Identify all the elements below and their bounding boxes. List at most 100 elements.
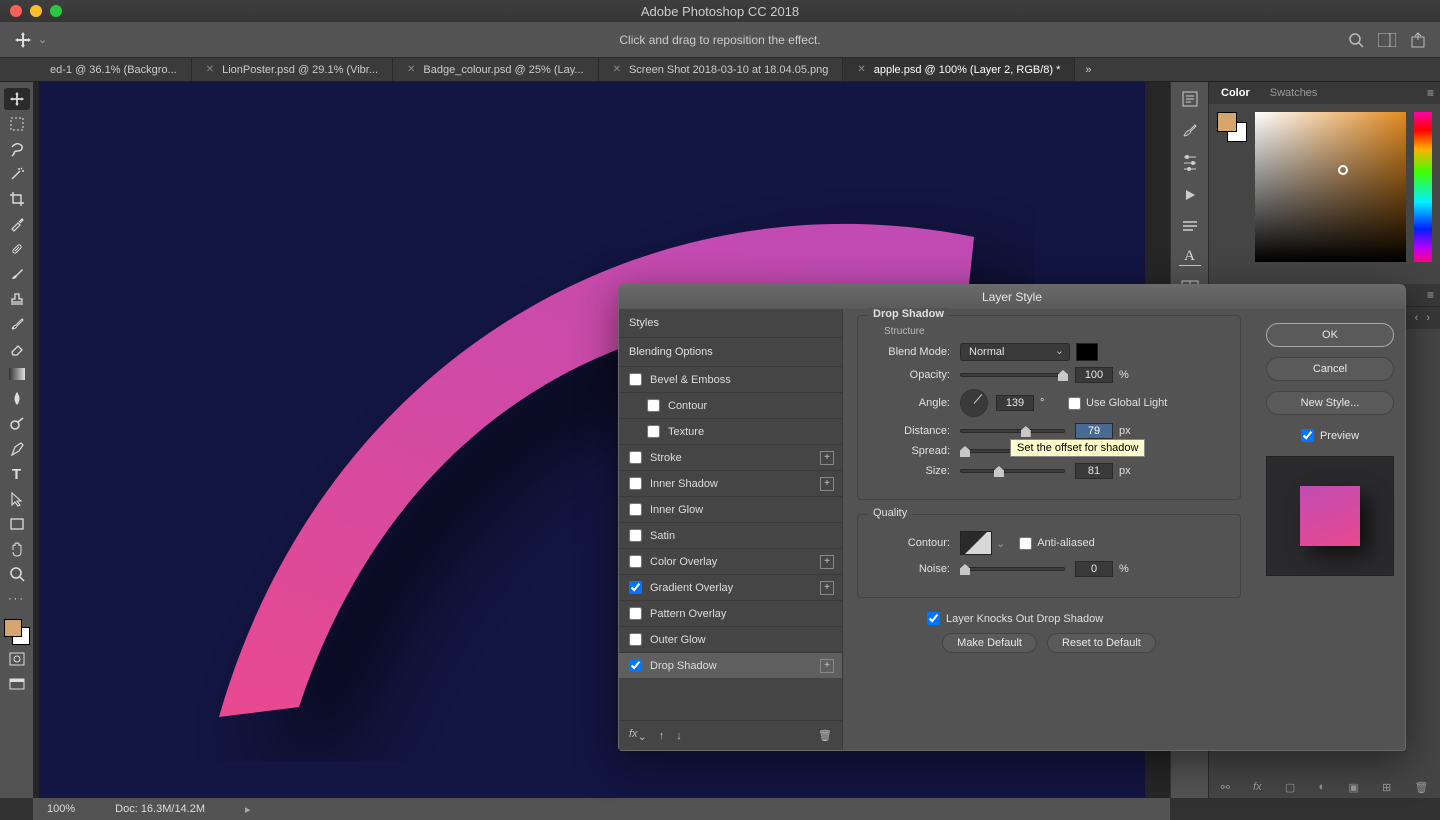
reset-default-button[interactable]: Reset to Default bbox=[1047, 633, 1156, 653]
search-icon[interactable] bbox=[1348, 32, 1364, 48]
move-down-icon[interactable]: ↓ bbox=[676, 730, 682, 742]
close-icon[interactable]: ✕ bbox=[407, 64, 415, 75]
eyedropper-tool[interactable] bbox=[4, 213, 30, 235]
move-tool[interactable] bbox=[4, 88, 30, 110]
share-icon[interactable] bbox=[1410, 32, 1426, 48]
add-icon[interactable]: + bbox=[820, 659, 834, 673]
style-contour[interactable]: Contour bbox=[619, 392, 842, 418]
pen-tool[interactable] bbox=[4, 438, 30, 460]
brush-panel-icon[interactable] bbox=[1179, 120, 1201, 142]
chevron-right-icon[interactable]: › bbox=[1426, 312, 1430, 324]
delete-icon[interactable]: 🗑 bbox=[818, 729, 832, 742]
close-icon[interactable]: ✕ bbox=[613, 64, 621, 75]
tool-dropdown-icon[interactable]: ⌄ bbox=[38, 33, 47, 46]
style-texture[interactable]: Texture bbox=[619, 418, 842, 444]
history-brush-tool[interactable] bbox=[4, 313, 30, 335]
style-satin[interactable]: Satin bbox=[619, 522, 842, 548]
brush-settings-icon[interactable] bbox=[1179, 152, 1201, 174]
zoom-tool[interactable] bbox=[4, 563, 30, 585]
document-tab[interactable]: ✕Screen Shot 2018-03-10 at 18.04.05.png bbox=[599, 58, 844, 81]
panel-menu-icon[interactable]: ≡ bbox=[1427, 288, 1434, 302]
delete-layer-icon[interactable]: 🗑 bbox=[1414, 781, 1428, 794]
path-select-tool[interactable] bbox=[4, 488, 30, 510]
dodge-tool[interactable] bbox=[4, 413, 30, 435]
ok-button[interactable]: OK bbox=[1266, 323, 1394, 347]
opacity-input[interactable] bbox=[1075, 367, 1113, 383]
move-up-icon[interactable]: ↑ bbox=[659, 730, 665, 742]
doc-info[interactable]: Doc: 16.3M/14.2M bbox=[115, 803, 205, 815]
document-tab-active[interactable]: ✕apple.psd @ 100% (Layer 2, RGB/8) * bbox=[843, 58, 1075, 81]
fx-icon[interactable]: fx⌄ bbox=[629, 728, 647, 743]
document-tab[interactable]: ✕LionPoster.psd @ 29.1% (Vibr... bbox=[192, 58, 393, 81]
dialog-title[interactable]: Layer Style bbox=[619, 285, 1405, 309]
wand-tool[interactable] bbox=[4, 163, 30, 185]
make-default-button[interactable]: Make Default bbox=[942, 633, 1037, 653]
blur-tool[interactable] bbox=[4, 388, 30, 410]
style-color-overlay[interactable]: Color Overlay+ bbox=[619, 548, 842, 574]
lasso-tool[interactable] bbox=[4, 138, 30, 160]
close-icon[interactable]: ✕ bbox=[857, 64, 865, 75]
layer-fx-icon[interactable]: fx bbox=[1253, 781, 1262, 794]
new-style-button[interactable]: New Style... bbox=[1266, 391, 1394, 415]
knockout-checkbox[interactable]: Layer Knocks Out Drop Shadow bbox=[927, 612, 1241, 625]
paragraph-panel-icon[interactable] bbox=[1179, 216, 1201, 238]
style-pattern-overlay[interactable]: Pattern Overlay bbox=[619, 600, 842, 626]
marquee-tool[interactable] bbox=[4, 113, 30, 135]
noise-input[interactable] bbox=[1075, 561, 1113, 577]
anti-aliased-checkbox[interactable]: Anti-aliased bbox=[1019, 537, 1094, 550]
style-inner-glow[interactable]: Inner Glow bbox=[619, 496, 842, 522]
chevron-down-icon[interactable]: ⌄ bbox=[996, 537, 1005, 550]
zoom-level[interactable]: 100% bbox=[47, 803, 75, 815]
document-tab[interactable]: ed-1 @ 36.1% (Backgro... bbox=[36, 58, 192, 81]
link-layers-icon[interactable]: ⚯ bbox=[1221, 781, 1230, 794]
layer-mask-icon[interactable]: ▢ bbox=[1285, 781, 1295, 794]
screenmode-tool[interactable] bbox=[4, 673, 30, 695]
style-drop-shadow[interactable]: Drop Shadow+ bbox=[619, 652, 842, 678]
style-bevel-emboss[interactable]: Bevel & Emboss bbox=[619, 366, 842, 392]
quickmask-tool[interactable] bbox=[4, 648, 30, 670]
distance-input[interactable] bbox=[1075, 423, 1113, 439]
tab-overflow-icon[interactable]: » bbox=[1075, 58, 1101, 81]
panel-menu-icon[interactable]: ≡ bbox=[1427, 86, 1434, 100]
add-icon[interactable]: + bbox=[820, 477, 834, 491]
color-picker[interactable] bbox=[1255, 112, 1406, 262]
document-tab[interactable]: ✕Badge_colour.psd @ 25% (Lay... bbox=[393, 58, 599, 81]
cancel-button[interactable]: Cancel bbox=[1266, 357, 1394, 381]
crop-tool[interactable] bbox=[4, 188, 30, 210]
chevron-right-icon[interactable]: ▸ bbox=[245, 803, 251, 816]
shadow-color-chip[interactable] bbox=[1076, 343, 1098, 361]
styles-header[interactable]: Styles bbox=[619, 309, 842, 337]
size-slider[interactable] bbox=[960, 469, 1065, 473]
preview-checkbox[interactable]: Preview bbox=[1301, 429, 1359, 442]
hue-slider[interactable] bbox=[1414, 112, 1432, 262]
style-gradient-overlay[interactable]: Gradient Overlay+ bbox=[619, 574, 842, 600]
size-input[interactable] bbox=[1075, 463, 1113, 479]
edit-toolbar[interactable]: ··· bbox=[4, 588, 30, 610]
color-swatch-mini[interactable] bbox=[1217, 112, 1247, 142]
actions-panel-icon[interactable] bbox=[1179, 184, 1201, 206]
angle-dial[interactable] bbox=[960, 389, 988, 417]
chevron-left-icon[interactable]: ‹ bbox=[1415, 312, 1419, 324]
brush-tool[interactable] bbox=[4, 263, 30, 285]
use-global-light-checkbox[interactable]: Use Global Light bbox=[1068, 397, 1167, 410]
gradient-tool[interactable] bbox=[4, 363, 30, 385]
color-swatches[interactable] bbox=[4, 619, 30, 645]
style-stroke[interactable]: Stroke+ bbox=[619, 444, 842, 470]
swatches-tab[interactable]: Swatches bbox=[1270, 87, 1318, 99]
color-tab[interactable]: Color bbox=[1221, 87, 1250, 99]
new-layer-icon[interactable]: ⊞ bbox=[1382, 781, 1391, 794]
eraser-tool[interactable] bbox=[4, 338, 30, 360]
workspace-icon[interactable] bbox=[1378, 33, 1396, 47]
distance-slider[interactable] bbox=[960, 429, 1065, 433]
shape-tool[interactable] bbox=[4, 513, 30, 535]
blending-options[interactable]: Blending Options bbox=[619, 337, 842, 366]
angle-input[interactable] bbox=[996, 395, 1034, 411]
add-icon[interactable]: + bbox=[820, 581, 834, 595]
contour-picker[interactable] bbox=[960, 531, 992, 555]
add-icon[interactable]: + bbox=[820, 451, 834, 465]
opacity-slider[interactable] bbox=[960, 373, 1065, 377]
healing-tool[interactable] bbox=[4, 238, 30, 260]
add-icon[interactable]: + bbox=[820, 555, 834, 569]
blend-mode-select[interactable]: Normal bbox=[960, 343, 1070, 361]
adjustment-layer-icon[interactable]: ◐ bbox=[1318, 781, 1325, 794]
